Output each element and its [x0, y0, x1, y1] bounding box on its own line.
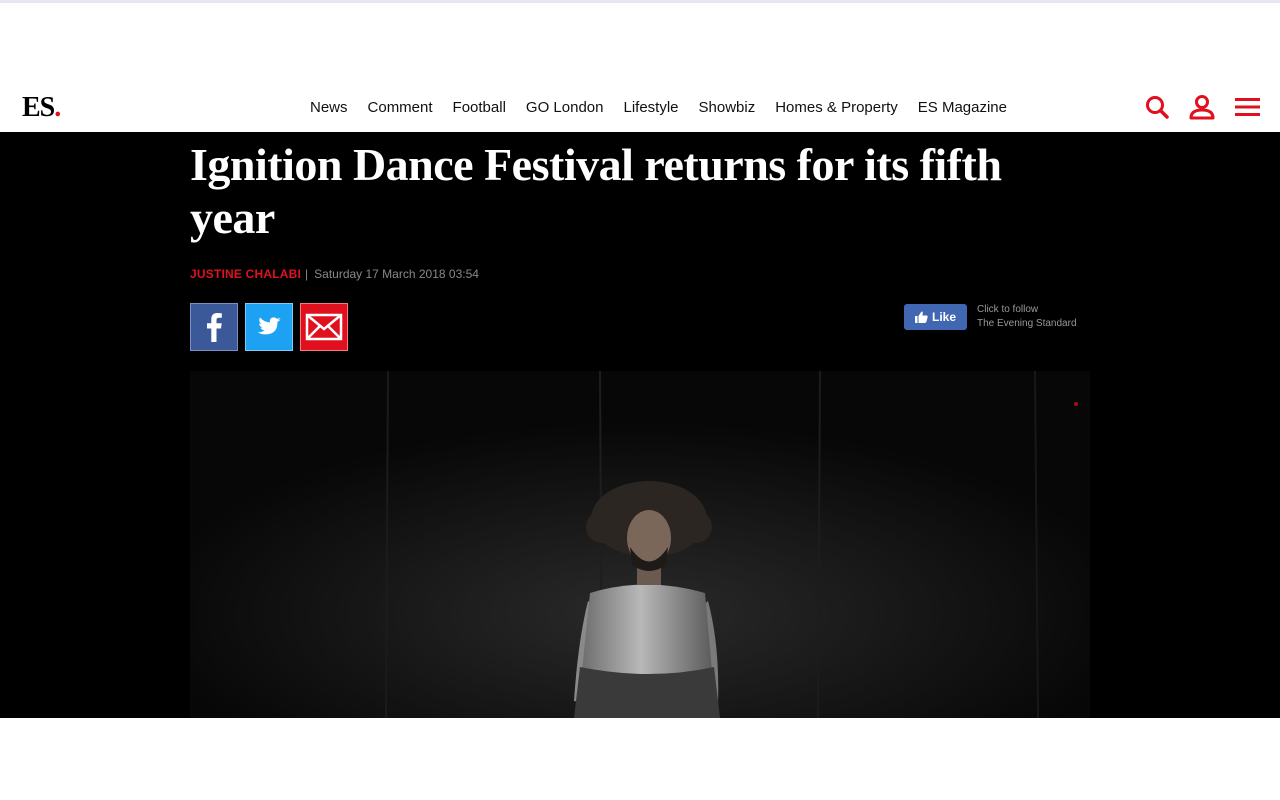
publish-date: Saturday 17 March 2018 03:54: [314, 267, 479, 281]
article-hero-image: [190, 371, 1090, 718]
email-icon: [305, 313, 343, 341]
like-label: Like: [931, 310, 956, 324]
byline-separator: |: [305, 267, 309, 281]
author-link[interactable]: JUSTINE CHALABI: [190, 267, 301, 281]
nav-item-go-london[interactable]: GO London: [516, 99, 614, 116]
nav-item-showbiz[interactable]: Showbiz: [689, 99, 766, 116]
nav-item-es-magazine[interactable]: ES Magazine: [908, 99, 1017, 116]
account-icon[interactable]: [1187, 92, 1217, 122]
email-share-button[interactable]: [300, 303, 348, 351]
facebook-icon: [207, 313, 222, 342]
facebook-like-button[interactable]: Like: [904, 304, 967, 330]
thumbs-up-icon: [914, 311, 928, 323]
follow-line-2: The Evening Standard: [977, 318, 1077, 329]
follow-line-1: Click to follow: [977, 304, 1039, 315]
site-header: ES. News Comment Football GO London Life…: [0, 82, 1280, 132]
nav-item-homes-property[interactable]: Homes & Property: [765, 99, 908, 116]
ad-space: [0, 3, 1280, 82]
nav-item-news[interactable]: News: [300, 99, 358, 116]
search-icon[interactable]: [1142, 92, 1172, 122]
byline: JUSTINE CHALABI | Saturday 17 March 2018…: [190, 266, 479, 282]
main-nav: News Comment Football GO London Lifestyl…: [300, 82, 1017, 132]
twitter-share-button[interactable]: [245, 303, 293, 351]
nav-item-lifestyle[interactable]: Lifestyle: [613, 99, 688, 116]
site-logo[interactable]: ES.: [22, 92, 61, 124]
facebook-share-button[interactable]: [190, 303, 238, 351]
article-headline: Ignition Dance Festival returns for its …: [190, 139, 1002, 243]
nav-item-comment[interactable]: Comment: [358, 99, 443, 116]
menu-icon[interactable]: [1233, 92, 1263, 122]
follow-prompt: Click to follow The Evening Standard: [977, 303, 1077, 331]
page-lower-area: [0, 718, 1280, 800]
twitter-icon: [257, 317, 281, 335]
nav-item-football[interactable]: Football: [443, 99, 516, 116]
dancer-photo: [190, 371, 1090, 718]
